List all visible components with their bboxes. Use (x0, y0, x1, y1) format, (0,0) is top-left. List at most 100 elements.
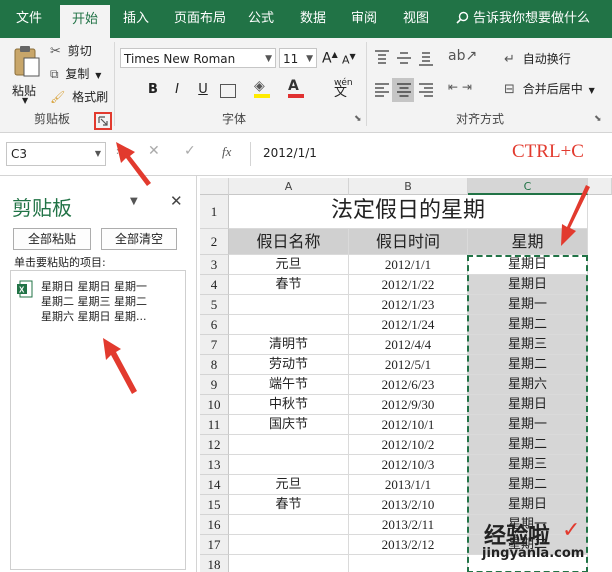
table-cell-name[interactable]: 春节 (229, 275, 349, 295)
table-cell-date[interactable]: 2013/2/12 (349, 535, 468, 555)
table-cell-weekday[interactable]: 星期一 (468, 415, 588, 435)
column-header-b[interactable]: B (349, 178, 468, 195)
horizontal-align-buttons[interactable] (372, 78, 440, 104)
format-painter-button[interactable]: 🖌 格式刷 (50, 88, 108, 106)
row-header[interactable]: 1 (200, 195, 229, 229)
table-cell-date[interactable]: 2013/2/10 (349, 495, 468, 515)
bold-button[interactable]: B (144, 82, 162, 100)
table-cell-name[interactable]: 中秋节 (229, 395, 349, 415)
merge-center-button[interactable]: ⊟ 合并后居中 ▼ (504, 80, 595, 98)
table-cell-name[interactable] (229, 315, 349, 335)
tab-file[interactable]: 文件 (8, 0, 50, 38)
table-cell-weekday[interactable]: 星期日 (468, 275, 588, 295)
name-box[interactable]: C3 ▼ (6, 142, 106, 166)
row-header[interactable]: 9 (200, 375, 229, 395)
row-header[interactable]: 16 (200, 515, 229, 535)
table-cell-weekday[interactable]: 星期一 (468, 295, 588, 315)
font-launcher-icon[interactable]: ⬊ (354, 114, 362, 124)
table-cell-name[interactable] (229, 435, 349, 455)
font-color-button[interactable]: A (288, 78, 304, 98)
cancel-icon[interactable]: ✕ (148, 143, 160, 159)
cut-button[interactable]: ✂ 剪切 (50, 42, 92, 60)
table-cell-name[interactable] (229, 535, 349, 555)
paste-button[interactable]: 粘贴 ▼ (8, 44, 48, 106)
table-cell-date[interactable]: 2012/10/3 (349, 455, 468, 475)
table-cell-date[interactable]: 2012/4/4 (349, 335, 468, 355)
row-header[interactable]: 15 (200, 495, 229, 515)
table-cell-date[interactable]: 2012/10/2 (349, 435, 468, 455)
row-header[interactable]: 2 (200, 229, 229, 255)
column-header-a[interactable]: A (229, 178, 349, 195)
table-cell-date[interactable] (349, 555, 468, 572)
table-cell-date[interactable]: 2013/1/1 (349, 475, 468, 495)
table-cell-name[interactable]: 元旦 (229, 475, 349, 495)
table-cell-name[interactable]: 清明节 (229, 335, 349, 355)
table-cell-name[interactable] (229, 555, 349, 572)
header-cell-c[interactable]: 星期 (468, 229, 588, 255)
table-cell-date[interactable]: 2012/1/24 (349, 315, 468, 335)
fill-color-button[interactable]: ◈ (254, 78, 270, 98)
tab-review[interactable]: 审阅 (344, 0, 384, 38)
tab-home[interactable]: 开始 (60, 5, 110, 38)
table-cell-weekday[interactable]: 星期三 (468, 455, 588, 475)
row-header[interactable]: 6 (200, 315, 229, 335)
table-cell-name[interactable] (229, 515, 349, 535)
table-cell-date[interactable]: 2012/6/23 (349, 375, 468, 395)
column-header-d[interactable] (588, 178, 612, 195)
copy-button[interactable]: ⧉ 复制 ▼ (50, 65, 101, 83)
tab-formulas[interactable]: 公式 (242, 0, 280, 38)
row-header[interactable]: 5 (200, 295, 229, 315)
clear-all-button[interactable]: 全部清空 (101, 228, 177, 250)
font-size-select[interactable]: 11 ▼ (279, 48, 317, 68)
table-cell-name[interactable]: 劳动节 (229, 355, 349, 375)
enter-icon[interactable]: ✓ (184, 143, 196, 159)
table-cell-name[interactable]: 国庆节 (229, 415, 349, 435)
table-cell-date[interactable]: 2012/1/22 (349, 275, 468, 295)
table-cell-weekday[interactable]: 星期日 (468, 255, 588, 275)
table-cell-weekday[interactable]: 星期三 (468, 335, 588, 355)
table-cell-name[interactable]: 端午节 (229, 375, 349, 395)
row-header[interactable]: 14 (200, 475, 229, 495)
table-cell-date[interactable]: 2013/2/11 (349, 515, 468, 535)
select-all-corner[interactable] (200, 178, 229, 195)
table-cell-name[interactable]: 春节 (229, 495, 349, 515)
wrap-text-button[interactable]: ↵ 自动换行 (504, 50, 571, 68)
close-icon[interactable]: ✕ (170, 192, 183, 210)
tab-page-layout[interactable]: 页面布局 (168, 0, 232, 38)
italic-button[interactable]: I (168, 82, 186, 100)
column-header-c[interactable]: C (468, 178, 588, 195)
table-cell-date[interactable]: 2012/9/30 (349, 395, 468, 415)
tab-view[interactable]: 视图 (396, 0, 436, 38)
row-header[interactable]: 12 (200, 435, 229, 455)
insert-function-button[interactable]: fx (222, 144, 231, 160)
paste-all-button[interactable]: 全部粘贴 (13, 228, 91, 250)
row-header[interactable]: 11 (200, 415, 229, 435)
header-cell-b[interactable]: 假日时间 (349, 229, 468, 255)
table-cell-weekday[interactable]: 星期二 (468, 315, 588, 335)
borders-button[interactable] (220, 84, 236, 98)
table-cell-weekday[interactable]: 星期六 (468, 375, 588, 395)
table-cell-weekday[interactable]: 星期二 (468, 355, 588, 375)
tab-data[interactable]: 数据 (292, 0, 334, 38)
vertical-align-buttons[interactable] (372, 44, 440, 74)
table-cell-name[interactable] (229, 455, 349, 475)
increase-font-button[interactable]: A▲ (322, 50, 338, 67)
table-cell-weekday[interactable]: 星期二 (468, 435, 588, 455)
font-name-select[interactable]: Times New Roman ▼ (120, 48, 276, 68)
sheet-title[interactable]: 法定假日的星期 (229, 195, 588, 229)
row-header[interactable]: 7 (200, 335, 229, 355)
row-header[interactable]: 10 (200, 395, 229, 415)
table-cell-weekday[interactable]: 星期日 (468, 495, 588, 515)
clipboard-item[interactable]: X 星期日 星期日 星期一 星期二 星期三 星期二 星期六 星期日 星期... (17, 279, 191, 329)
table-cell-name[interactable]: 元旦 (229, 255, 349, 275)
underline-button[interactable]: U (194, 82, 212, 100)
header-cell-a[interactable]: 假日名称 (229, 229, 349, 255)
table-cell-date[interactable]: 2012/10/1 (349, 415, 468, 435)
phonetic-button[interactable]: wén 文 (334, 78, 353, 99)
table-cell-weekday[interactable]: 星期二 (468, 475, 588, 495)
tell-me-search[interactable]: 告诉我你想要做什么 (456, 0, 590, 38)
tab-insert[interactable]: 插入 (116, 0, 156, 38)
indent-buttons[interactable]: ⇤ ⇥ (448, 80, 472, 94)
row-header[interactable]: 18 (200, 555, 229, 572)
table-cell-date[interactable]: 2012/1/1 (349, 255, 468, 275)
